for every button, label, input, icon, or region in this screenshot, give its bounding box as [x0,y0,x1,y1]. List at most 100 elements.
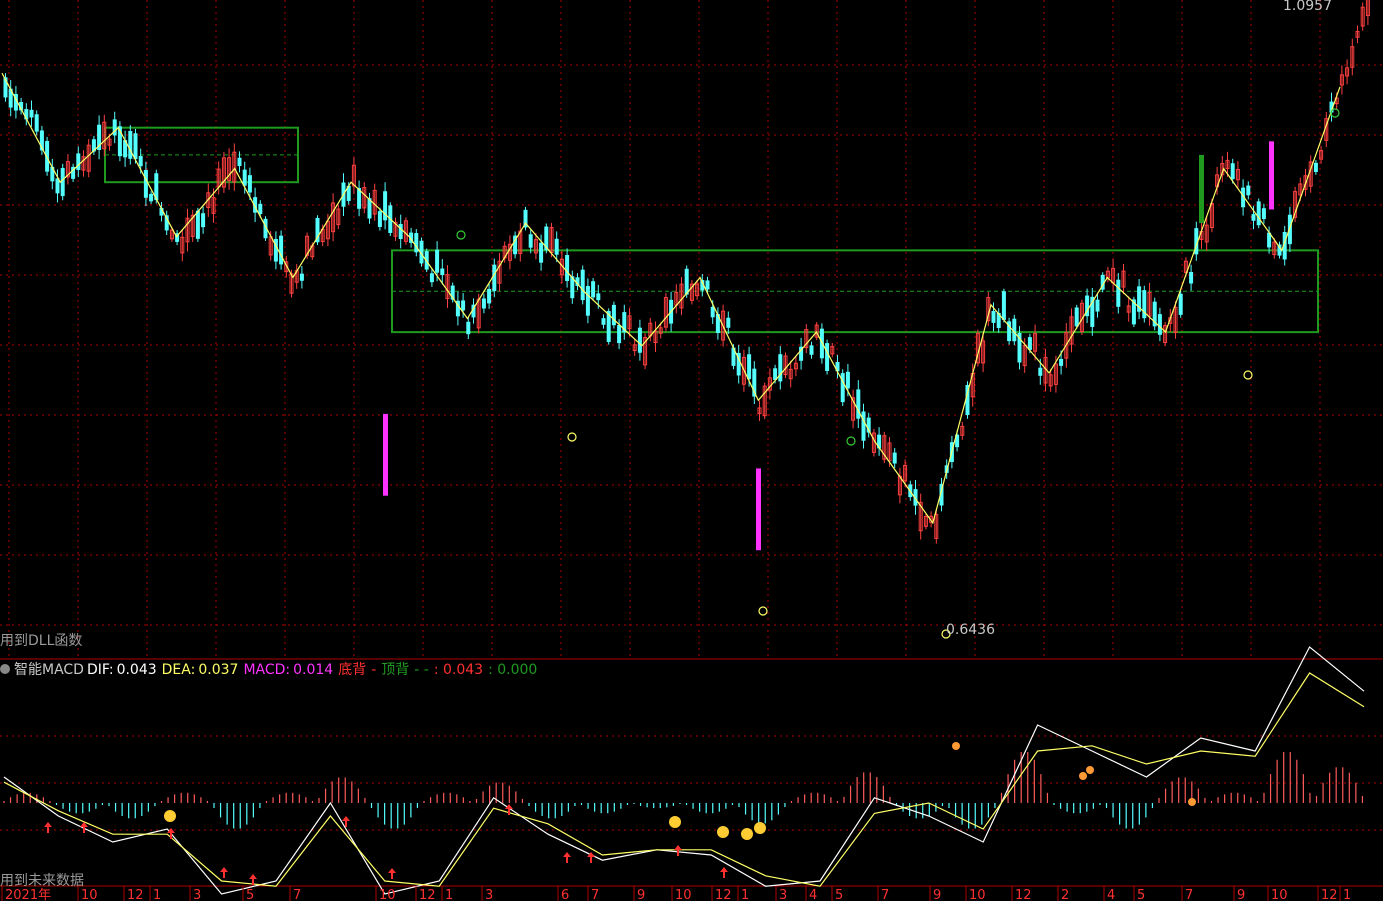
money-bag-icon [717,826,729,838]
candle-body [367,198,372,219]
candle-body [1189,272,1194,284]
candle-body [637,327,642,353]
indicator-name[interactable]: 智能MACD [14,662,84,678]
wave-marker-circle [1330,108,1340,118]
candle-body [684,268,689,295]
candle-body [892,452,897,464]
time-axis-label: 12 [715,888,732,901]
candle-body [1001,291,1006,320]
candle-body [487,288,492,304]
candle-body [461,300,466,311]
time-axis-label: 12 [419,888,436,901]
candle-body [76,153,81,170]
time-axis-label: 10 [1271,888,1288,901]
candle-body [1313,162,1318,172]
candle-body [1095,299,1100,312]
candle-body [481,298,486,309]
candle-body [466,321,471,335]
candle-body [1246,185,1251,196]
candle-body [377,211,382,228]
time-axis-label: 12 [1015,888,1032,901]
candle-body [258,203,263,215]
candle-body [279,235,284,265]
time-axis-label: 9 [1237,888,1245,901]
candle-body [596,293,601,301]
candle-body [149,193,154,202]
dea-value: 0.037 [198,662,239,678]
wave-marker-circle [758,606,768,616]
future-data-note: 用到未来数据 [0,873,84,889]
candle-body [1256,201,1261,226]
time-axis-label: 2 [1061,888,1069,901]
candle-body [138,155,143,167]
time-axis-label: 7 [1185,888,1193,901]
candle-body [201,213,206,228]
candle-body [705,280,710,290]
buy-arrow-icon [388,868,396,879]
candle-body [611,304,616,326]
indicator-collapse-icon[interactable] [0,664,10,674]
candle-body [1230,163,1235,180]
time-axis-label: 12 [1321,888,1338,901]
runner-icon [952,742,960,750]
candle-body [825,343,830,371]
candle-body [435,249,440,273]
time-axis-label: 1 [153,888,161,901]
runner-icon [1079,772,1087,780]
candle-body [539,242,544,263]
time-axis-label: 9 [933,888,941,901]
macd-label: MACD: [243,662,291,678]
time-axis-label: 7 [293,888,301,901]
candle-body [133,133,138,160]
dif-line [3,646,1365,895]
time-axis-label: 10 [675,888,692,901]
dll-function-note: 用到DLL函数 [0,633,83,649]
time-axis-label: 3 [485,888,493,901]
dea-label: DEA: [161,662,196,678]
time-axis-label: 6 [561,888,569,901]
candle-body [1116,279,1121,307]
candle-body [398,223,403,240]
candle-body [29,109,34,118]
time-axis-label: 4 [809,888,817,901]
candle-body [710,306,715,318]
candle-body [580,269,585,301]
candle-body [1267,232,1272,248]
candle-body [1012,318,1017,342]
candle-body [1038,367,1043,376]
time-axis-label: 3 [779,888,787,901]
candle-body [778,354,783,382]
bottom-divergence: 底背 [338,662,367,678]
candle-body [440,268,445,276]
candle-body [856,389,861,419]
time-axis-label: 5 [1137,888,1145,901]
candle-body [585,285,590,316]
money-bag-icon [741,828,753,840]
candle-body [429,273,434,283]
dea-line [3,672,1365,887]
buy-arrow-icon [44,822,52,833]
time-axis-label: 10 [379,888,396,901]
buy-arrow-icon [674,845,682,856]
candle-body [554,238,559,255]
candle-body [195,210,200,239]
time-axis-label: 10 [969,888,986,901]
chart-canvas: 2021年 10 12 1 3 5 7 10 12 1 3 6 7 9 10 12 1 3 4 5 7 9 10 12 2 4 5 7… [0,0,1383,901]
wave-marker-circle [456,230,466,240]
price-low-label: 0.6436 [946,622,995,638]
candle-body [726,317,731,328]
candle-body [845,371,850,389]
time-axis-label: 3 [193,888,201,901]
candle-body [861,411,866,441]
time-axis-label: 1 [445,888,453,901]
time-axis-label: 5 [246,888,254,901]
top-divergence: 顶背 [381,662,410,678]
time-axis-label: 4 [1107,888,1115,901]
candle-body [1251,214,1256,221]
candle-body [565,255,570,281]
wave-marker-circle [567,432,577,442]
buy-arrow-icon [563,852,571,863]
time-axis-label: 5 [835,888,843,901]
candle-body [991,310,996,323]
candle-body [242,169,247,186]
